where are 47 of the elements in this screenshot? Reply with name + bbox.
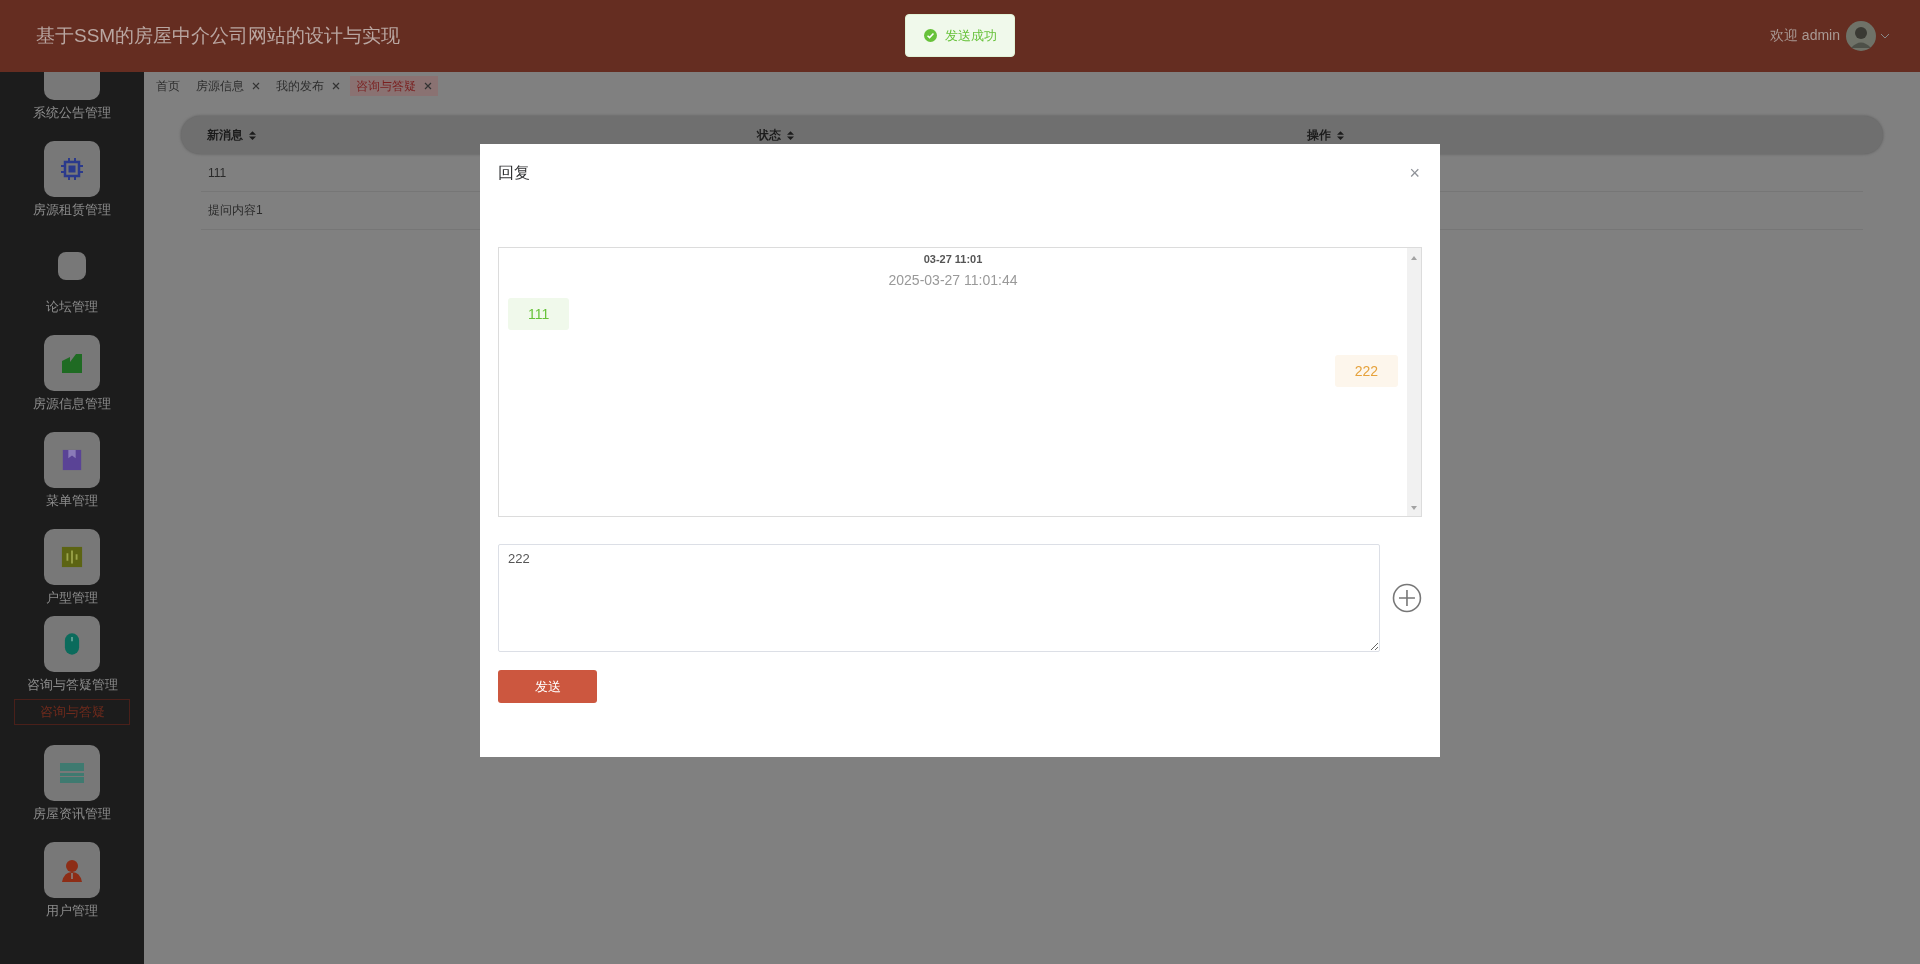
menu-item[interactable]: 系统公告管理 [33, 105, 111, 121]
mouse-icon[interactable] [44, 616, 100, 672]
send-button[interactable]: 发送 [498, 670, 597, 703]
add-icon[interactable] [1392, 583, 1422, 613]
tab[interactable]: 房源信息 [190, 76, 266, 96]
user-icon[interactable] [44, 842, 100, 898]
menu-item[interactable]: 论坛管理 [46, 299, 98, 315]
book-icon[interactable] [44, 432, 100, 488]
site-title: 基于SSM的房屋中介公司网站的设计与实现 [36, 24, 401, 48]
sort-icon[interactable] [1337, 130, 1344, 140]
sort-icon[interactable] [787, 130, 794, 140]
column-header[interactable]: 操作 [1307, 126, 1331, 144]
close-icon[interactable] [252, 82, 260, 90]
close-icon[interactable] [424, 82, 432, 90]
menu-item[interactable]: 菜单管理 [46, 493, 98, 509]
message-time: 03-27 11:01 [923, 253, 983, 265]
column-header[interactable]: 状态 [757, 126, 781, 144]
menu-item[interactable]: 房屋资讯管理 [33, 806, 111, 822]
avatar-icon[interactable] [1846, 21, 1876, 51]
building-icon[interactable] [44, 335, 100, 391]
close-icon[interactable] [332, 82, 340, 90]
menu-item[interactable]: 户型管理 [46, 590, 98, 606]
tab[interactable]: 我的发布 [270, 76, 346, 96]
success-icon [923, 29, 937, 42]
caret-icon[interactable] [1880, 33, 1890, 39]
menu-item[interactable]: 房源租赁管理 [33, 202, 111, 218]
received-message: 111 [508, 298, 570, 330]
table-cell: 提问内容1 [208, 202, 263, 219]
column-header[interactable]: 新消息 [207, 126, 243, 144]
menu-item[interactable]: 咨询与答疑管理 [26, 677, 118, 693]
sent-message: 222 [1334, 355, 1398, 387]
toast-message: 发送成功 [944, 26, 997, 45]
welcome-text: 欢迎 admin [1769, 27, 1840, 45]
scrollbar[interactable] [1407, 248, 1421, 516]
stack-icon[interactable] [44, 745, 100, 801]
tab[interactable]: 首页 [150, 76, 186, 96]
message-timestamp: 2025-03-27 11:01:44 [888, 272, 1018, 288]
reply-input[interactable]: 222 [498, 544, 1381, 652]
menu-tile-icon[interactable] [58, 252, 86, 280]
chart-icon[interactable] [44, 529, 100, 585]
sort-icon[interactable] [249, 130, 256, 140]
close-button[interactable]: × [1407, 162, 1422, 184]
table-cell: 111 [208, 165, 227, 180]
menu-item[interactable]: 用户管理 [46, 903, 98, 919]
dialog-title: 回复 [498, 162, 530, 183]
chip-icon[interactable] [44, 141, 100, 197]
menu-item[interactable]: 房源信息管理 [33, 396, 111, 412]
